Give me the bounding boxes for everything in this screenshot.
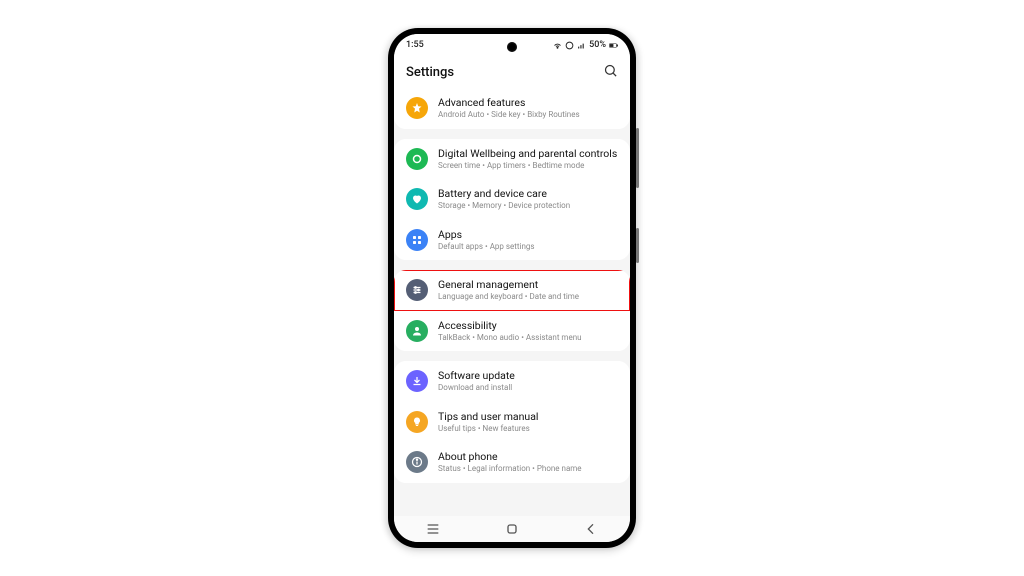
settings-group: Advanced featuresAndroid Auto • Side key… xyxy=(394,88,630,129)
settings-group: General managementLanguage and keyboard … xyxy=(394,270,630,351)
settings-item-title: Software update xyxy=(438,369,618,382)
status-icons: 50% xyxy=(553,40,618,50)
battery-icon xyxy=(609,41,618,50)
nav-recents[interactable] xyxy=(425,521,441,537)
volume-button xyxy=(636,128,639,188)
settings-item-title: About phone xyxy=(438,450,618,463)
settings-item-text: About phoneStatus • Legal information • … xyxy=(438,450,618,475)
settings-item-title: General management xyxy=(438,278,618,291)
android-navbar xyxy=(394,516,630,542)
settings-item-text: AccessibilityTalkBack • Mono audio • Ass… xyxy=(438,319,618,344)
settings-item-text: General managementLanguage and keyboard … xyxy=(438,278,618,303)
software-update-icon xyxy=(406,370,428,392)
signal-icon xyxy=(577,41,586,50)
tips-icon xyxy=(406,411,428,433)
settings-item-subtitle: Android Auto • Side key • Bixby Routines xyxy=(438,110,618,120)
settings-group: Digital Wellbeing and parental controlsS… xyxy=(394,139,630,261)
advanced-features-icon xyxy=(406,97,428,119)
phone-frame: 1:55 50% Settings Advanced featuresAndro… xyxy=(388,28,636,548)
settings-item-title: Advanced features xyxy=(438,96,618,109)
settings-item-title: Digital Wellbeing and parental controls xyxy=(438,147,618,160)
settings-item-subtitle: TalkBack • Mono audio • Assistant menu xyxy=(438,333,618,343)
settings-list[interactable]: Advanced featuresAndroid Auto • Side key… xyxy=(394,88,630,516)
settings-item-software-update[interactable]: Software updateDownload and install xyxy=(394,361,630,402)
settings-item-apps[interactable]: AppsDefault apps • App settings xyxy=(394,220,630,261)
settings-item-title: Accessibility xyxy=(438,319,618,332)
settings-group: Software updateDownload and install Tips … xyxy=(394,361,630,483)
status-time: 1:55 xyxy=(406,40,424,50)
settings-item-text: Software updateDownload and install xyxy=(438,369,618,394)
settings-item-accessibility[interactable]: AccessibilityTalkBack • Mono audio • Ass… xyxy=(394,311,630,352)
settings-item-subtitle: Language and keyboard • Date and time xyxy=(438,292,618,302)
settings-item-text: Battery and device careStorage • Memory … xyxy=(438,187,618,212)
battery-text: 50% xyxy=(589,40,606,50)
power-button xyxy=(636,228,639,263)
settings-item-subtitle: Download and install xyxy=(438,383,618,393)
nav-back[interactable] xyxy=(583,521,599,537)
about-phone-icon xyxy=(406,451,428,473)
settings-item-subtitle: Useful tips • New features xyxy=(438,424,618,434)
settings-item-subtitle: Screen time • App timers • Bedtime mode xyxy=(438,161,618,171)
settings-item-advanced-features[interactable]: Advanced featuresAndroid Auto • Side key… xyxy=(394,88,630,129)
settings-item-about-phone[interactable]: About phoneStatus • Legal information • … xyxy=(394,442,630,483)
settings-item-general-management[interactable]: General managementLanguage and keyboard … xyxy=(394,270,630,311)
settings-item-text: Advanced featuresAndroid Auto • Side key… xyxy=(438,96,618,121)
settings-item-tips[interactable]: Tips and user manualUseful tips • New fe… xyxy=(394,402,630,443)
battery-care-icon xyxy=(406,188,428,210)
nav-home[interactable] xyxy=(504,521,520,537)
settings-item-digital-wellbeing[interactable]: Digital Wellbeing and parental controlsS… xyxy=(394,139,630,180)
search-icon xyxy=(603,63,618,78)
settings-item-title: Apps xyxy=(438,228,618,241)
page-title: Settings xyxy=(406,65,454,80)
settings-item-subtitle: Default apps • App settings xyxy=(438,242,618,252)
settings-item-text: AppsDefault apps • App settings xyxy=(438,228,618,253)
phone-screen: 1:55 50% Settings Advanced featuresAndro… xyxy=(394,34,630,542)
settings-item-battery-care[interactable]: Battery and device careStorage • Memory … xyxy=(394,179,630,220)
search-button[interactable] xyxy=(603,63,618,82)
app-header: Settings xyxy=(394,56,630,88)
settings-item-subtitle: Status • Legal information • Phone name xyxy=(438,464,618,474)
apps-icon xyxy=(406,229,428,251)
volte-icon xyxy=(565,41,574,50)
settings-item-title: Battery and device care xyxy=(438,187,618,200)
settings-item-title: Tips and user manual xyxy=(438,410,618,423)
stage: 1:55 50% Settings Advanced featuresAndro… xyxy=(0,0,1024,576)
general-management-icon xyxy=(406,279,428,301)
settings-item-text: Digital Wellbeing and parental controlsS… xyxy=(438,147,618,172)
settings-item-subtitle: Storage • Memory • Device protection xyxy=(438,201,618,211)
camera-hole xyxy=(507,42,517,52)
wifi-icon xyxy=(553,41,562,50)
accessibility-icon xyxy=(406,320,428,342)
digital-wellbeing-icon xyxy=(406,148,428,170)
settings-item-text: Tips and user manualUseful tips • New fe… xyxy=(438,410,618,435)
